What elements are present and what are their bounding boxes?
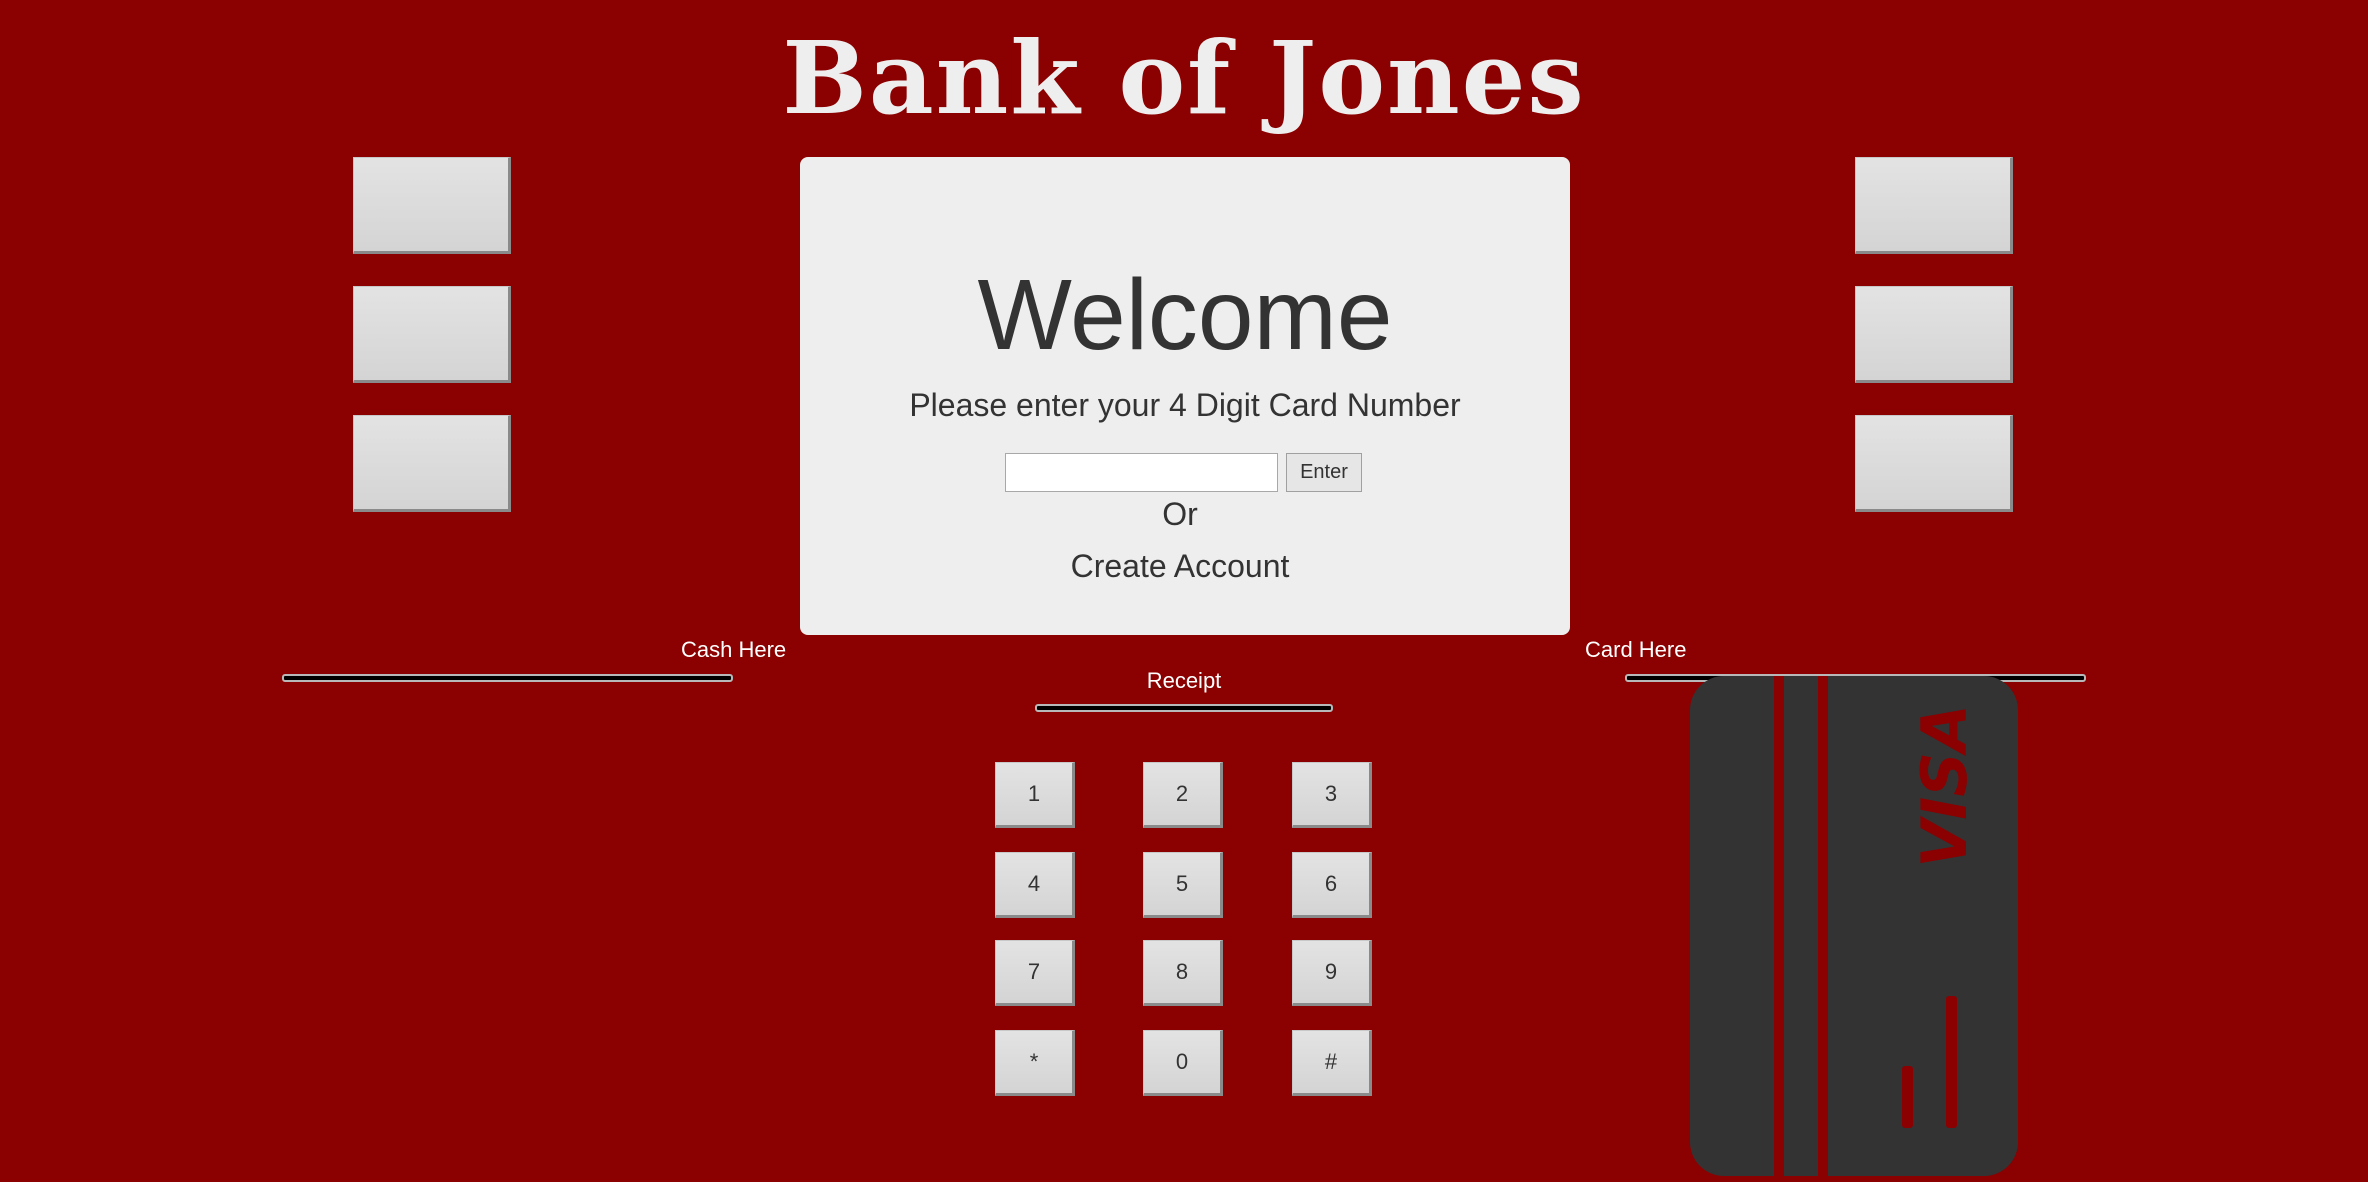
receipt-slot: [1035, 704, 1333, 712]
keypad-key-7[interactable]: 7: [995, 940, 1075, 1006]
enter-button[interactable]: Enter: [1286, 453, 1362, 492]
cash-slot-label: Cash Here: [681, 637, 787, 662]
keypad-key-8[interactable]: 8: [1143, 940, 1223, 1006]
left-side-button-1[interactable]: [353, 157, 511, 254]
keypad-key-hash[interactable]: #: [1292, 1030, 1372, 1096]
atm-screen: Welcome Please enter your 4 Digit Card N…: [800, 157, 1570, 635]
keypad-key-3[interactable]: 3: [1292, 762, 1372, 828]
welcome-heading: Welcome: [977, 259, 1393, 371]
keypad-key-4[interactable]: 4: [995, 852, 1075, 918]
right-side-button-1[interactable]: [1855, 157, 2013, 254]
card-brand-text: VISA: [1908, 704, 1981, 868]
right-side-button-2[interactable]: [1855, 286, 2013, 383]
keypad-key-9[interactable]: 9: [1292, 940, 1372, 1006]
left-side-button-2[interactable]: [353, 286, 511, 383]
card-number-prompt: Please enter your 4 Digit Card Number: [909, 387, 1461, 423]
credit-card-icon[interactable]: VISA: [1690, 676, 2018, 1176]
or-separator: Or: [1162, 496, 1198, 532]
keypad-key-star[interactable]: *: [995, 1030, 1075, 1096]
keypad-key-2[interactable]: 2: [1143, 762, 1223, 828]
keypad-key-1[interactable]: 1: [995, 762, 1075, 828]
keypad-key-5[interactable]: 5: [1143, 852, 1223, 918]
right-side-button-3[interactable]: [1855, 415, 2013, 512]
card-number-input[interactable]: [1005, 453, 1278, 492]
bank-title: Bank of Jones: [782, 19, 1586, 137]
atm-panel: Bank of Jones Welcome Please enter your …: [0, 0, 2368, 1182]
keypad-key-0[interactable]: 0: [1143, 1030, 1223, 1096]
left-side-button-3[interactable]: [353, 415, 511, 512]
card-slot-label: Card Here: [1585, 637, 1687, 662]
keypad-key-6[interactable]: 6: [1292, 852, 1372, 918]
create-account-button[interactable]: Create Account: [800, 546, 1560, 586]
